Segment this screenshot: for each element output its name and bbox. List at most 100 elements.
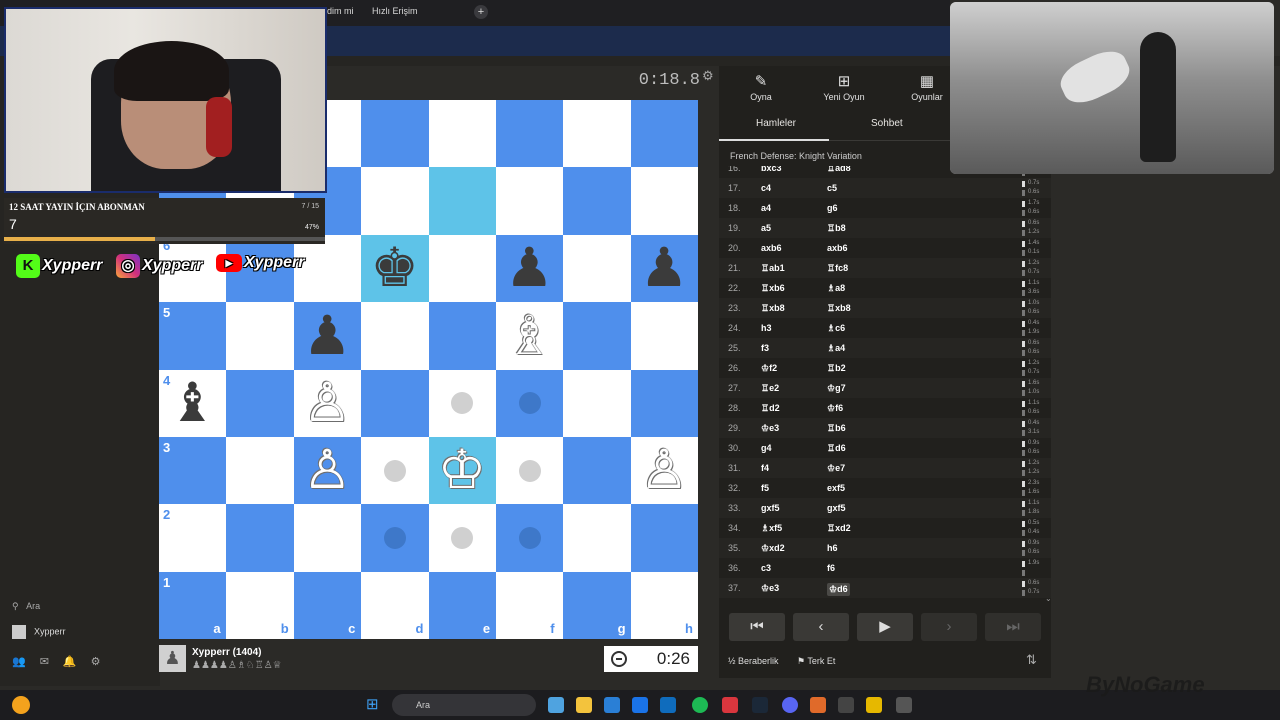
app2-icon[interactable] (866, 697, 882, 713)
black-move[interactable]: ♔d6 (827, 583, 850, 596)
square-g8[interactable] (563, 100, 631, 168)
white-bishop-f5[interactable]: ♗ (496, 302, 563, 369)
move-row[interactable]: 21. ♖ab1 ♖fc8 1.2s 0.7s (719, 258, 1051, 278)
square-g6[interactable] (563, 234, 631, 303)
forward-move-button[interactable]: › (921, 613, 977, 641)
square-e8[interactable] (428, 100, 496, 168)
white-pawn-c3[interactable]: ♙ (294, 437, 361, 504)
move-row[interactable]: 30. g4 ♖d6 0.9s 0.6s (719, 438, 1051, 458)
black-move[interactable]: ♖b2 (827, 363, 846, 374)
move-hint-dot-d3[interactable] (383, 459, 406, 482)
black-move[interactable]: ♖ad8 (827, 166, 851, 174)
white-move[interactable]: a5 (761, 223, 771, 233)
white-move[interactable]: ♔e3 (761, 423, 779, 434)
move-row[interactable]: 26. ♔f2 ♖b2 1.2s 0.7s (719, 358, 1051, 378)
black-move[interactable]: ♗a8 (827, 283, 845, 294)
weather-icon[interactable] (12, 696, 30, 714)
square-e7[interactable] (428, 167, 496, 235)
last-move-button[interactable]: ⏭ (985, 613, 1041, 641)
white-move[interactable]: ♗xf5 (761, 523, 782, 534)
taskbar-search[interactable]: Ara (392, 694, 536, 716)
white-move[interactable]: ♔f2 (761, 363, 777, 374)
black-move[interactable]: ♖d6 (827, 443, 846, 454)
move-row[interactable]: 25. f3 ♗a4 0.6s 0.6s (719, 338, 1051, 358)
black-pawn-f6[interactable]: ♟ (496, 235, 563, 302)
taskview-icon[interactable] (548, 697, 564, 713)
settings-gear-icon[interactable]: ⚙ (702, 68, 714, 84)
opera-icon[interactable] (722, 697, 738, 713)
black-move[interactable]: c5 (827, 183, 837, 193)
tab-play[interactable]: ✎ Oyna (721, 66, 801, 106)
black-bishop-a4[interactable]: ♝ (159, 370, 226, 437)
previous-move-button[interactable]: ‹ (793, 613, 849, 641)
black-move[interactable]: ♗c6 (827, 323, 845, 334)
square-d4[interactable] (361, 369, 429, 437)
black-pawn-c5[interactable]: ♟ (294, 302, 361, 369)
move-row[interactable]: 34. ♗xf5 ♖xd2 0.5s 0.4s (719, 518, 1051, 538)
white-move[interactable]: ♔e3 (761, 583, 779, 594)
windows-start-icon[interactable]: ⊞ (366, 696, 384, 714)
move-hint-dot-d2[interactable] (383, 526, 406, 549)
square-e5[interactable] (428, 302, 496, 370)
square-d7[interactable] (361, 167, 429, 235)
square-b4[interactable] (226, 369, 294, 437)
move-row[interactable]: 33. gxf5 gxf5 1.1s 1.8s (719, 498, 1051, 518)
outlook-icon[interactable] (660, 697, 676, 713)
white-move[interactable]: c3 (761, 563, 771, 573)
square-h4[interactable] (630, 369, 698, 437)
white-pawn-h3[interactable]: ♙ (631, 437, 698, 504)
white-king-e3[interactable]: ♔ (429, 437, 496, 504)
white-move[interactable]: ♖ab1 (761, 263, 785, 274)
mail-icon[interactable]: ✉ (40, 656, 63, 668)
square-f7[interactable] (495, 167, 564, 235)
square-g4[interactable] (563, 369, 631, 437)
square-h5[interactable] (630, 302, 698, 370)
move-row[interactable]: 24. h3 ♗c6 0.4s 1.9s (719, 318, 1051, 338)
black-move[interactable]: ♔e7 (827, 463, 845, 474)
black-move[interactable]: exf5 (827, 483, 845, 493)
friends-icon[interactable]: 👥 (12, 656, 40, 668)
spotify-icon[interactable] (692, 697, 708, 713)
square-c2[interactable] (293, 504, 362, 572)
move-row[interactable]: 17. c4 c5 0.7s 0.6s (719, 178, 1051, 198)
sidebar-user[interactable]: Xypperr (12, 625, 66, 639)
white-move[interactable]: ♖e2 (761, 383, 779, 394)
subtab-moves[interactable]: Hamleler (756, 118, 796, 129)
white-move[interactable]: bxc3 (761, 166, 782, 173)
browser-tab[interactable]: dim mi (327, 6, 354, 16)
move-row[interactable]: 27. ♖e2 ♔g7 1.6s 1.0s (719, 378, 1051, 398)
scroll-down-icon[interactable]: ⌄ (1045, 594, 1052, 603)
new-tab-button[interactable]: + (474, 5, 488, 19)
edge-icon[interactable] (604, 697, 620, 713)
bell-icon[interactable]: 🔔 (63, 656, 91, 668)
move-row[interactable]: 37. ♔e3 ♔d6 0.6s 0.7s (719, 578, 1051, 598)
black-move[interactable]: f6 (827, 563, 835, 573)
move-row[interactable]: 32. f5 exf5 2.3s 1.6s (719, 478, 1051, 498)
black-move[interactable]: ♖b8 (827, 223, 846, 234)
square-g3[interactable] (563, 436, 631, 505)
white-move[interactable]: f4 (761, 463, 769, 473)
white-move[interactable]: g4 (761, 443, 772, 453)
move-hint-dot-f4[interactable] (518, 392, 541, 415)
white-move[interactable]: axb6 (761, 243, 782, 253)
move-row[interactable]: 36. c3 f6 1.9s (719, 558, 1051, 578)
square-h7[interactable] (630, 167, 698, 235)
square-b3[interactable] (226, 436, 294, 505)
tab-new-game[interactable]: ⊞ Yeni Oyun (804, 66, 884, 106)
black-king-d6[interactable]: ♚ (361, 235, 428, 302)
black-move[interactable]: ♖b6 (827, 423, 846, 434)
square-f8[interactable] (495, 100, 564, 168)
store-icon[interactable] (632, 697, 648, 713)
move-row[interactable]: 29. ♔e3 ♖b6 0.4s 3.1s (719, 418, 1051, 438)
white-move[interactable]: c4 (761, 183, 771, 193)
discord-icon[interactable] (782, 697, 798, 713)
white-move[interactable]: ♖xb6 (761, 283, 785, 294)
black-move[interactable]: ♗a4 (827, 343, 845, 354)
black-move[interactable]: ♔f6 (827, 403, 843, 414)
white-pawn-c4[interactable]: ♙ (294, 370, 361, 437)
square-g2[interactable] (563, 504, 631, 572)
black-move[interactable]: ♖xd2 (827, 523, 851, 534)
move-row[interactable]: 28. ♖d2 ♔f6 1.1s 0.6s (719, 398, 1051, 418)
square-h2[interactable] (630, 504, 698, 572)
move-hint-dot-f2[interactable] (518, 526, 541, 549)
